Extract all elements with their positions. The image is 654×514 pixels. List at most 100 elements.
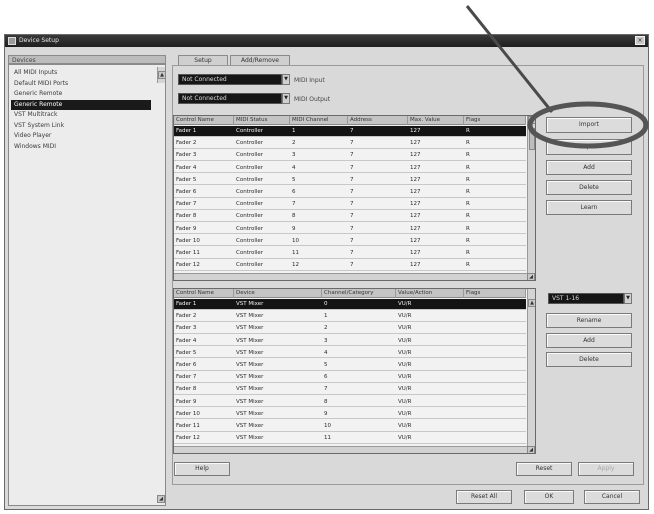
- table-row[interactable]: Fader 4 VST Mixer 3 VU/R: [174, 336, 526, 347]
- scroll-thumb[interactable]: [529, 128, 535, 150]
- table-row[interactable]: Fader 2 VST Mixer 1 VU/R: [174, 311, 526, 322]
- table-row[interactable]: Fader 12 VST Mixer 11 VU/R: [174, 433, 526, 444]
- table-row[interactable]: Fader 7 Controller 7 7 127 R: [174, 199, 526, 210]
- reset-button[interactable]: Reset: [516, 462, 572, 476]
- table-cell: 6: [292, 189, 296, 195]
- table-row[interactable]: Fader 6 Controller 6 7 127 R: [174, 187, 526, 198]
- export-button[interactable]: Export: [546, 139, 632, 155]
- table-cell: 1: [292, 128, 296, 134]
- midi-input-select[interactable]: Not Connected: [178, 74, 282, 85]
- table-row[interactable]: Fader 3 Controller 3 7 127 R: [174, 150, 526, 161]
- assignments-table-vscroll[interactable]: ▲: [527, 289, 535, 446]
- devices-list[interactable]: All MIDI Inputs Default MIDI Ports Generic…: [8, 64, 166, 506]
- resize-grip-icon[interactable]: ◢: [157, 495, 165, 503]
- table-cell: 5: [324, 362, 328, 368]
- table-cell: R: [466, 237, 470, 244]
- table-row[interactable]: Fader 9 Controller 9 7 127 R: [174, 224, 526, 235]
- assignments-table[interactable]: Control Name Device Channel/Category Value/…: [173, 288, 536, 454]
- learn-button[interactable]: Learn: [546, 200, 632, 215]
- delete-bank-button[interactable]: Delete: [546, 352, 632, 367]
- column-header[interactable]: Max. Value: [408, 116, 464, 125]
- controls-table-hscroll[interactable]: ◢: [174, 273, 535, 280]
- apply-button[interactable]: Apply: [578, 462, 634, 476]
- table-cell: Controller: [236, 152, 264, 159]
- table-row[interactable]: Fader 7 VST Mixer 6 VU/R: [174, 372, 526, 383]
- table-cell: R: [466, 176, 470, 183]
- table-row[interactable]: Fader 5 Controller 5 7 127 R: [174, 175, 526, 186]
- ok-button[interactable]: OK: [524, 490, 574, 504]
- table-cell: VST Mixer: [236, 386, 264, 393]
- assignments-table-hscroll[interactable]: ◢: [174, 446, 535, 453]
- device-list-item[interactable]: Generic Remote: [11, 99, 151, 110]
- device-list-item[interactable]: Windows MIDI: [11, 142, 151, 152]
- table-cell: R: [466, 250, 470, 256]
- table-cell: [464, 384, 526, 394]
- table-cell: Fader 12: [176, 262, 200, 269]
- table-row[interactable]: Fader 2 Controller 2 7 127 R: [174, 138, 526, 149]
- table-cell: Fader 12: [176, 435, 200, 442]
- table-row[interactable]: Fader 10 VST Mixer 9 VU/R: [174, 409, 526, 420]
- table-row[interactable]: Fader 1 Controller 1 7 127 R: [174, 126, 526, 137]
- table-cell: Fader 4: [176, 337, 197, 344]
- table-row[interactable]: Fader 11 VST Mixer 10 VU/R: [174, 421, 526, 432]
- device-list-item[interactable]: Generic Remote: [11, 89, 151, 99]
- table-row[interactable]: Fader 9 VST Mixer 8 VU/R: [174, 397, 526, 408]
- column-header[interactable]: Control Name: [174, 289, 234, 298]
- table-cell: Fader 8: [176, 213, 197, 220]
- table-row[interactable]: Fader 12 Controller 12 7 127 R: [174, 260, 526, 271]
- table-row[interactable]: Fader 4 Controller 4 7 127 R: [174, 163, 526, 174]
- add-bank-button[interactable]: Add: [546, 333, 632, 348]
- column-header[interactable]: Address: [348, 116, 408, 125]
- scroll-up-icon[interactable]: ▲: [528, 299, 535, 307]
- add-button[interactable]: Add: [546, 160, 632, 175]
- device-list-item[interactable]: Default MIDI Ports: [11, 79, 151, 89]
- chevron-down-icon[interactable]: ▼: [624, 293, 632, 304]
- column-header[interactable]: Value/Action: [396, 289, 464, 298]
- close-icon[interactable]: ×: [635, 36, 645, 45]
- table-cell: 7: [350, 250, 354, 256]
- delete-button[interactable]: Delete: [546, 180, 632, 195]
- device-list-item[interactable]: Video Player: [11, 131, 151, 141]
- cancel-button[interactable]: Cancel: [584, 490, 640, 504]
- table-cell: R: [466, 201, 470, 208]
- scroll-up-icon[interactable]: ▲: [528, 116, 535, 124]
- column-header[interactable]: Flags: [464, 289, 526, 298]
- help-button[interactable]: Help: [174, 462, 230, 476]
- table-row[interactable]: Fader 6 VST Mixer 5 VU/R: [174, 360, 526, 371]
- column-header[interactable]: Flags: [464, 116, 526, 125]
- controls-table[interactable]: Control Name MIDI Status MIDI Channel Addre…: [173, 115, 536, 281]
- rename-button[interactable]: Rename: [546, 313, 632, 328]
- column-header[interactable]: MIDI Channel: [290, 116, 348, 125]
- table-row[interactable]: Fader 10 Controller 10 7 127 R: [174, 236, 526, 247]
- device-list-item[interactable]: All MIDI Inputs: [11, 68, 151, 78]
- column-header[interactable]: Channel/Category: [322, 289, 396, 298]
- device-list-item[interactable]: VST System Link: [11, 121, 151, 131]
- table-cell: VU/R: [398, 349, 412, 356]
- table-row[interactable]: Fader 8 Controller 8 7 127 R: [174, 211, 526, 222]
- bank-select[interactable]: VST 1-16: [548, 293, 624, 304]
- column-header[interactable]: Control Name: [174, 116, 234, 125]
- chevron-down-icon[interactable]: ▼: [282, 74, 290, 85]
- table-row[interactable]: Fader 1 VST Mixer 0 VU/R: [174, 299, 526, 310]
- chevron-down-icon[interactable]: ▼: [282, 93, 290, 104]
- table-row[interactable]: Fader 11 Controller 11 7 127 R: [174, 248, 526, 259]
- table-row[interactable]: Fader 3 VST Mixer 2 VU/R: [174, 323, 526, 334]
- table-cell: 127: [410, 237, 421, 244]
- resize-grip-icon[interactable]: ◢: [527, 446, 535, 453]
- midi-output-select[interactable]: Not Connected: [178, 93, 282, 104]
- table-cell: 11: [324, 435, 331, 442]
- table-row[interactable]: Fader 5 VST Mixer 4 VU/R: [174, 348, 526, 359]
- reset-all-button[interactable]: Reset All: [456, 490, 512, 504]
- scroll-up-icon[interactable]: ▲: [158, 71, 166, 79]
- devices-scrollbar[interactable]: ▲: [157, 67, 166, 83]
- column-header[interactable]: Device: [234, 289, 322, 298]
- table-cell: Controller: [236, 176, 264, 183]
- resize-grip-icon[interactable]: ◢: [527, 273, 535, 280]
- controls-table-vscroll[interactable]: ▲: [527, 116, 535, 273]
- table-cell: R: [466, 213, 470, 220]
- table-cell: VST Mixer: [236, 313, 264, 320]
- device-list-item[interactable]: VST Multitrack: [11, 110, 151, 120]
- import-button[interactable]: Import: [546, 117, 632, 133]
- table-row[interactable]: Fader 8 VST Mixer 7 VU/R: [174, 384, 526, 395]
- column-header[interactable]: MIDI Status: [234, 116, 290, 125]
